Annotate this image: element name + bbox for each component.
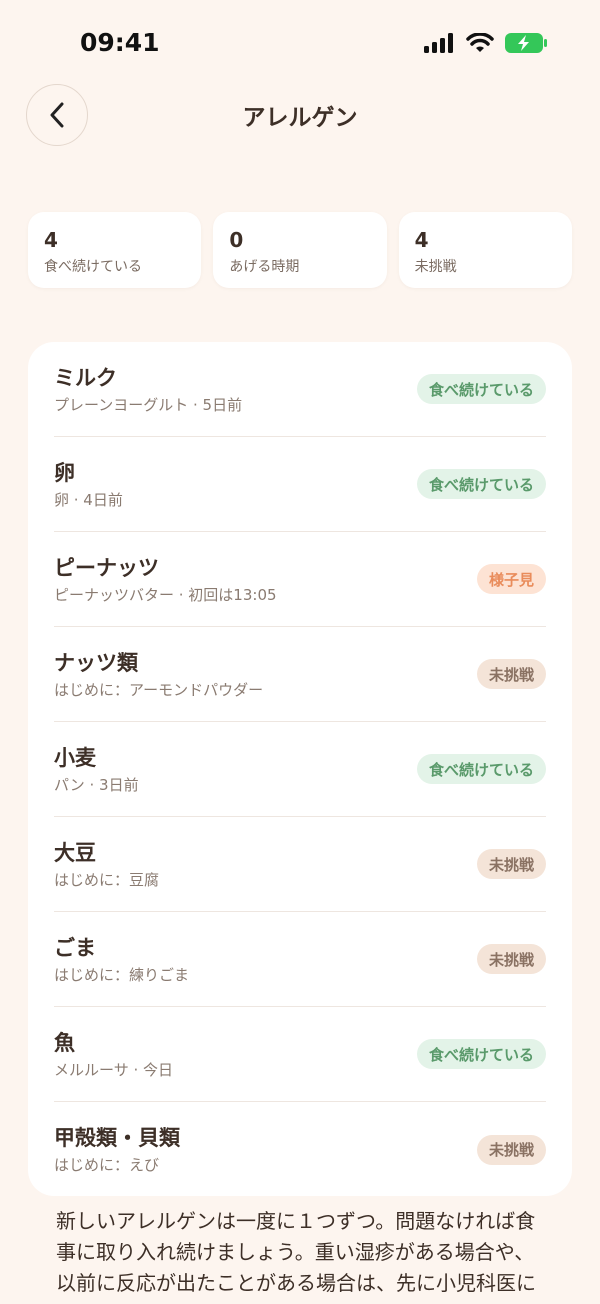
status-badge: 様子見 bbox=[476, 564, 546, 594]
allergen-row-sesame[interactable]: ごま はじめに：練りごま 未挑戦 bbox=[54, 912, 546, 1007]
allergen-name: ピーナッツ bbox=[54, 555, 159, 580]
allergen-name: 卵 bbox=[54, 460, 75, 485]
signal-icon bbox=[424, 33, 453, 53]
wifi-icon bbox=[466, 33, 494, 52]
row-text: 小麦 パン · 3日前 bbox=[54, 744, 139, 795]
allergen-list: ミルク プレーンヨーグルト · 5日前 食べ続けている 卵 卵 · 4日前 食べ… bbox=[28, 342, 572, 1196]
row-text: ミルク プレーンヨーグルト · 5日前 bbox=[54, 364, 242, 415]
allergen-detail: メルルーサ · 今日 bbox=[54, 1060, 174, 1079]
status-badge: 食べ続けている bbox=[416, 1039, 546, 1069]
allergen-row-peanut[interactable]: ピーナッツ ピーナッツバター · 初回は13:05 様子見 bbox=[54, 532, 546, 627]
allergen-detail: はじめに：豆腐 bbox=[54, 870, 160, 889]
allergen-name: ミルク bbox=[54, 365, 117, 390]
footer-note: 新しいアレルゲンは一度に１つずつ。問題なければ食事に取り入れ続けましょう。重い湿… bbox=[56, 1209, 536, 1304]
status-badge: 食べ続けている bbox=[416, 374, 546, 404]
allergen-name: 魚 bbox=[54, 1030, 75, 1055]
allergen-detail: プレーンヨーグルト · 5日前 bbox=[54, 395, 243, 414]
page-title: アレルゲン bbox=[242, 105, 358, 131]
stat-value: 4 bbox=[414, 228, 429, 252]
allergen-name: ナッツ類 bbox=[54, 650, 138, 675]
battery-charging-icon bbox=[505, 33, 547, 53]
allergen-detail: ピーナッツバター · 初回は13:05 bbox=[54, 585, 277, 604]
status-icons bbox=[424, 32, 548, 54]
status-badge: 未挑戦 bbox=[476, 1134, 546, 1165]
nav-bar: アレルゲン bbox=[0, 84, 600, 148]
row-text: ピーナッツ ピーナッツバター · 初回は13:05 bbox=[54, 554, 277, 605]
allergen-row-tree-nuts[interactable]: ナッツ類 はじめに：アーモンドパウダー 未挑戦 bbox=[54, 627, 546, 722]
allergen-row-soy[interactable]: 大豆 はじめに：豆腐 未挑戦 bbox=[54, 817, 546, 912]
stat-card-due: 0 あげる時期 bbox=[213, 212, 387, 288]
stat-card-eating: 4 食べ続けている bbox=[28, 212, 202, 288]
allergen-detail: はじめに：練りごま bbox=[54, 965, 190, 984]
allergen-detail: はじめに：アーモンドパウダー bbox=[54, 680, 264, 699]
allergen-row-egg[interactable]: 卵 卵 · 4日前 食べ続けている bbox=[54, 437, 546, 532]
allergen-name: ごま bbox=[54, 935, 96, 960]
allergen-row-wheat[interactable]: 小麦 パン · 3日前 食べ続けている bbox=[54, 722, 546, 817]
row-text: 卵 卵 · 4日前 bbox=[54, 459, 123, 510]
allergen-name: 小麦 bbox=[54, 745, 96, 770]
stat-label: あげる時期 bbox=[229, 259, 300, 275]
allergen-name: 甲殻類・貝類 bbox=[54, 1126, 180, 1150]
row-text: 甲殻類・貝類 はじめに：えび bbox=[54, 1124, 180, 1175]
row-text: ごま はじめに：練りごま bbox=[54, 934, 189, 985]
stat-value: 4 bbox=[44, 228, 58, 252]
status-badge: 食べ続けている bbox=[416, 469, 546, 499]
allergen-name: 大豆 bbox=[54, 840, 96, 865]
status-badge: 未挑戦 bbox=[476, 944, 546, 974]
status-time: 09:41 bbox=[80, 28, 160, 57]
allergen-row-fish[interactable]: 魚 メルルーサ · 今日 食べ続けている bbox=[54, 1007, 546, 1102]
stat-card-untried: 4 未挑戦 bbox=[398, 212, 572, 288]
allergen-detail: 卵 · 4日前 bbox=[54, 490, 123, 509]
status-badge: 未挑戦 bbox=[476, 849, 546, 879]
stats-row: 4 食べ続けている 0 あげる時期 4 未挑戦 bbox=[28, 212, 572, 288]
stat-value: 0 bbox=[229, 228, 244, 252]
row-text: 大豆 はじめに：豆腐 bbox=[54, 839, 159, 890]
stat-label: 食べ続けている bbox=[44, 259, 142, 275]
stat-label: 未挑戦 bbox=[414, 259, 457, 275]
allergen-detail: はじめに：えび bbox=[54, 1156, 160, 1174]
status-badge: 食べ続けている bbox=[416, 754, 546, 784]
allergen-row-shellfish[interactable]: 甲殻類・貝類 はじめに：えび 未挑戦 bbox=[54, 1102, 546, 1197]
allergen-row-milk[interactable]: ミルク プレーンヨーグルト · 5日前 食べ続けている bbox=[54, 342, 546, 437]
status-badge: 未挑戦 bbox=[476, 659, 546, 689]
status-bar: 09:41 bbox=[0, 0, 600, 80]
row-text: ナッツ類 はじめに：アーモンドパウダー bbox=[54, 649, 263, 700]
row-text: 魚 メルルーサ · 今日 bbox=[54, 1029, 173, 1080]
allergen-detail: パン · 3日前 bbox=[54, 775, 139, 794]
